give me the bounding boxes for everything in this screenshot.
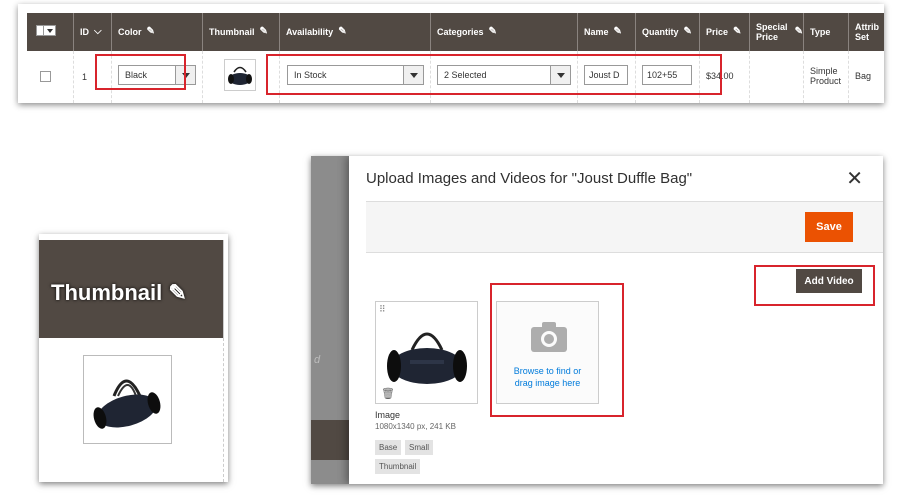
close-icon[interactable]: ✕: [846, 166, 863, 191]
col-id[interactable]: ID ⌵: [73, 13, 111, 51]
image-meta: 1080x1340 px, 241 KB: [375, 422, 456, 431]
cell-attribute-set: Bag: [848, 51, 884, 103]
role-tag: Base: [375, 440, 402, 455]
grid-header: ID ⌵ Color ✎ Thumbnail ✎ Availability ✎ Cate…: [27, 13, 884, 51]
col-thumbnail[interactable]: Thumbnail ✎: [202, 13, 279, 51]
pencil-icon: ✎: [168, 280, 187, 305]
mass-select-dropdown[interactable]: [36, 25, 56, 36]
pencil-icon: ✎: [338, 26, 347, 37]
role-tag: Thumbnail: [375, 459, 421, 474]
col-quantity[interactable]: Quantity ✎: [635, 13, 699, 51]
pencil-icon: ✎: [613, 26, 622, 37]
save-button[interactable]: Save: [805, 212, 853, 242]
pencil-icon: ✎: [259, 26, 268, 37]
product-thumbnail-large[interactable]: [83, 355, 172, 444]
upload-modal-panel: d Upload Images and Videos for "Joust Du…: [311, 156, 883, 484]
col-categories[interactable]: Categories ✎: [430, 13, 577, 51]
col-attribute-set[interactable]: Attrib Set: [848, 13, 884, 51]
trash-icon[interactable]: 🗑: [381, 387, 395, 400]
highlight-upload: [490, 283, 624, 417]
highlight-color: [95, 54, 186, 90]
col-type[interactable]: Type: [803, 13, 848, 51]
product-thumbnail[interactable]: [224, 59, 256, 91]
highlight-inline-edit: [266, 54, 722, 95]
col-special-price[interactable]: Special Price ✎: [749, 13, 803, 51]
highlight-add-video: [754, 265, 875, 306]
cell-type: Simple Product: [803, 51, 848, 103]
background-text: d: [314, 354, 321, 366]
col-color[interactable]: Color ✎: [111, 13, 202, 51]
col-availability[interactable]: Availability ✎: [279, 13, 430, 51]
upload-modal: Upload Images and Videos for "Joust Duff…: [349, 156, 883, 484]
image-label: Image: [375, 410, 401, 420]
row-checkbox[interactable]: [40, 71, 51, 82]
zoom-header: Thumbnail ✎: [39, 240, 224, 338]
duffle-bag-icon: [93, 379, 161, 429]
image-card[interactable]: ⠿ 🗑: [375, 301, 478, 404]
pencil-icon: ✎: [794, 26, 803, 37]
sort-arrow-icon: ⌵: [94, 26, 102, 37]
duffle-bag-icon: [228, 66, 252, 85]
col-name[interactable]: Name ✎: [577, 13, 635, 51]
thumbnail-zoom-panel: Thumbnail ✎: [39, 234, 228, 482]
duffle-bag-icon: [387, 332, 467, 384]
modal-title: Upload Images and Videos for "Joust Duff…: [366, 170, 693, 187]
product-grid-panel: ID ⌵ Color ✎ Thumbnail ✎ Availability ✎ Cate…: [18, 4, 884, 103]
pencil-icon: ✎: [146, 26, 155, 37]
cell-special-price: [749, 51, 803, 103]
pencil-icon: ✎: [683, 26, 692, 37]
modal-action-bar: Save: [366, 201, 883, 253]
zoom-title: Thumbnail ✎: [51, 280, 187, 305]
col-price[interactable]: Price ✎: [699, 13, 749, 51]
pencil-icon: ✎: [488, 26, 497, 37]
role-tag: Small: [405, 440, 434, 455]
pencil-icon: ✎: [733, 26, 742, 37]
